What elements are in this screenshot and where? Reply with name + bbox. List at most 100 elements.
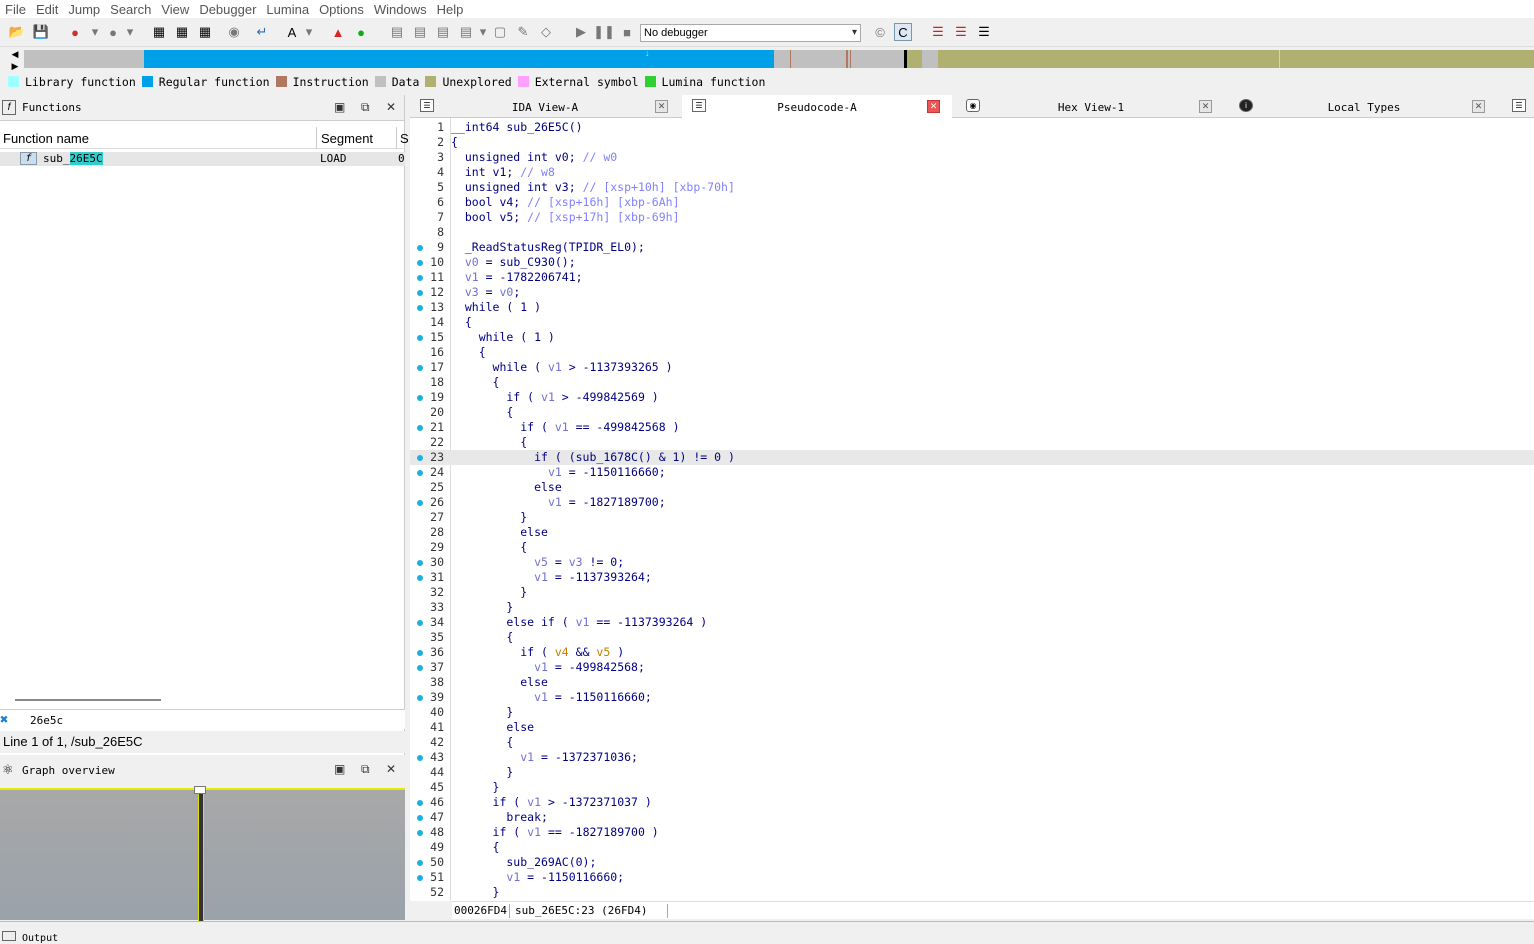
- breakpoint-dot-icon[interactable]: [417, 365, 423, 371]
- search-text-icon[interactable]: ◉: [225, 23, 243, 41]
- nav-arrows[interactable]: ◀ ▶: [8, 48, 22, 72]
- code-text[interactable]: }: [451, 885, 500, 900]
- code-text[interactable]: else: [451, 675, 548, 690]
- close-icon[interactable]: ✕: [386, 762, 396, 776]
- code-text[interactable]: v1 = -1827189700;: [451, 495, 666, 510]
- graph-view-icon[interactable]: ▦: [173, 23, 191, 41]
- code-text[interactable]: {: [451, 735, 513, 750]
- column-function-name[interactable]: Function name: [3, 131, 89, 146]
- column-start[interactable]: S: [400, 131, 409, 146]
- code-line[interactable]: 11 v1 = -1782206741;: [410, 270, 1534, 285]
- breakpoint-dot-icon[interactable]: [417, 815, 423, 821]
- code-line[interactable]: 49 {: [410, 840, 1534, 855]
- tab-ida-view-a[interactable]: ☰ IDA View-A ✕: [410, 95, 680, 118]
- code-line[interactable]: 3 unsigned int v0; // w0: [410, 150, 1534, 165]
- code-line[interactable]: 27 }: [410, 510, 1534, 525]
- breakpoint-toggle-icon[interactable]: ☰: [952, 23, 970, 41]
- code-text[interactable]: sub_269AC(0);: [451, 855, 596, 870]
- code-text[interactable]: }: [451, 585, 527, 600]
- go-icon[interactable]: ●: [352, 23, 370, 41]
- code-text[interactable]: }: [451, 705, 513, 720]
- code-line[interactable]: 31 v1 = -1137393264;: [410, 570, 1534, 585]
- code-text[interactable]: unsigned int v3; // [xsp+10h] [xbp-70h]: [451, 180, 735, 195]
- window-list-icon[interactable]: ☰: [1512, 99, 1526, 112]
- code-text[interactable]: __int64 sub_26E5C(): [451, 120, 583, 135]
- breakpoint-dot-icon[interactable]: [417, 335, 423, 341]
- code-text[interactable]: {: [451, 315, 472, 330]
- cpp-icon[interactable]: ©: [871, 23, 889, 41]
- code-text[interactable]: v1 = -1372371036;: [451, 750, 638, 765]
- breakpoint-dot-icon[interactable]: [417, 275, 423, 281]
- code-text[interactable]: {: [451, 375, 500, 390]
- function-name[interactable]: sub_26E5C: [43, 152, 103, 165]
- code-line[interactable]: 52 }: [410, 885, 1534, 900]
- menu-windows[interactable]: Windows: [369, 2, 432, 17]
- code-line[interactable]: 6 bool v4; // [xsp+16h] [xbp-6Ah]: [410, 195, 1534, 210]
- code-text[interactable]: v1 = -1782206741;: [451, 270, 583, 285]
- code-text[interactable]: v1 = -1150116660;: [451, 690, 652, 705]
- code-line[interactable]: 18 {: [410, 375, 1534, 390]
- code-line[interactable]: 19 if ( v1 > -499842569 ): [410, 390, 1534, 405]
- code-text[interactable]: v0 = sub_C930();: [451, 255, 576, 270]
- code-line[interactable]: 13 while ( 1 ): [410, 300, 1534, 315]
- code-line[interactable]: 46 if ( v1 > -1372371037 ): [410, 795, 1534, 810]
- decompile-icon[interactable]: C: [894, 23, 912, 41]
- code-text[interactable]: {: [451, 840, 500, 855]
- float-icon[interactable]: ⧉: [361, 100, 370, 115]
- code-text[interactable]: else: [451, 480, 562, 495]
- text-font-icon[interactable]: A: [283, 23, 301, 41]
- code-line[interactable]: 45 }: [410, 780, 1534, 795]
- code-text[interactable]: {: [451, 435, 527, 450]
- code-line[interactable]: 17 while ( v1 > -1137393265 ): [410, 360, 1534, 375]
- code-line[interactable]: 30 v5 = v3 != 0;: [410, 555, 1534, 570]
- breakpoint-dot-icon[interactable]: [417, 800, 423, 806]
- menu-debugger[interactable]: Debugger: [194, 2, 261, 17]
- breakpoint-dot-icon[interactable]: [417, 425, 423, 431]
- menu-help[interactable]: Help: [432, 2, 469, 17]
- font-dropdown-icon[interactable]: ▾: [300, 23, 318, 41]
- menu-lumina[interactable]: Lumina: [261, 2, 314, 17]
- enum-dropdown-icon[interactable]: ▾: [474, 23, 492, 41]
- copy-icon[interactable]: ▤: [388, 23, 406, 41]
- diamond-icon[interactable]: ◇: [537, 23, 555, 41]
- hex-view-icon[interactable]: ▦: [196, 23, 214, 41]
- code-text[interactable]: bool v5; // [xsp+17h] [xbp-69h]: [451, 210, 680, 225]
- code-text[interactable]: else: [451, 525, 548, 540]
- menu-options[interactable]: Options: [314, 2, 369, 17]
- navigation-strip[interactable]: ↓: [24, 49, 1534, 68]
- menu-jump[interactable]: Jump: [63, 2, 105, 17]
- step-into-icon[interactable]: ↵: [253, 23, 271, 41]
- save-icon[interactable]: 💾: [32, 23, 50, 41]
- code-text[interactable]: {: [451, 345, 486, 360]
- breakpoint-dot-icon[interactable]: [417, 665, 423, 671]
- code-line[interactable]: 34 else if ( v1 == -1137393264 ): [410, 615, 1534, 630]
- code-text[interactable]: int v1; // w8: [451, 165, 555, 180]
- code-line[interactable]: 22 {: [410, 435, 1534, 450]
- code-line[interactable]: 47 break;: [410, 810, 1534, 825]
- warning-icon[interactable]: ▲: [329, 23, 347, 41]
- code-line[interactable]: 36 if ( v4 && v5 ): [410, 645, 1534, 660]
- patch-icon[interactable]: ✎: [514, 23, 532, 41]
- code-line[interactable]: 21 if ( v1 == -499842568 ): [410, 420, 1534, 435]
- code-text[interactable]: }: [451, 780, 500, 795]
- code-text[interactable]: v1 = -1150116660;: [451, 465, 666, 480]
- code-line[interactable]: 35 {: [410, 630, 1534, 645]
- code-text[interactable]: bool v4; // [xsp+16h] [xbp-6Ah]: [451, 195, 680, 210]
- breakpoint-dot-icon[interactable]: [417, 560, 423, 566]
- code-text[interactable]: while ( v1 > -1137393265 ): [451, 360, 673, 375]
- breakpoint-dot-icon[interactable]: [417, 620, 423, 626]
- breakpoint-dot-icon[interactable]: [417, 860, 423, 866]
- code-line[interactable]: 1 __int64 sub_26E5C(): [410, 120, 1534, 135]
- breakpoint-dot-icon[interactable]: [417, 395, 423, 401]
- code-line[interactable]: 4 int v1; // w8: [410, 165, 1534, 180]
- run-icon[interactable]: ▶: [572, 23, 590, 41]
- breakpoint-dot-icon[interactable]: [417, 875, 423, 881]
- code-line[interactable]: 10 v0 = sub_C930();: [410, 255, 1534, 270]
- code-text[interactable]: unsigned int v0; // w0: [451, 150, 617, 165]
- code-line[interactable]: 28 else: [410, 525, 1534, 540]
- breakpoint-dot-icon[interactable]: [417, 695, 423, 701]
- graph-overview-canvas[interactable]: [0, 786, 405, 922]
- struct-icon[interactable]: ▤: [434, 23, 452, 41]
- clear-filter-icon[interactable]: ✖: [0, 712, 8, 728]
- code-line[interactable]: 43 v1 = -1372371036;: [410, 750, 1534, 765]
